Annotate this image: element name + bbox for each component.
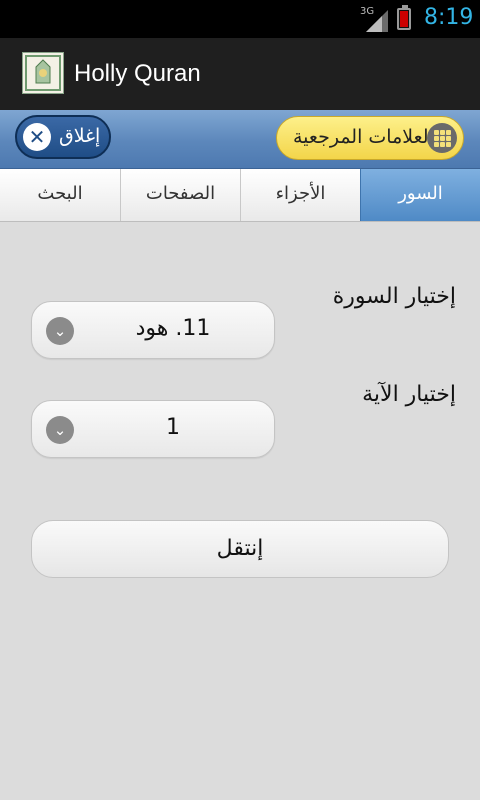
tab-juz[interactable]: الأجزاء bbox=[240, 169, 360, 221]
signal-icon: 3G bbox=[360, 6, 390, 32]
bookmarks-button[interactable]: العلامات المرجعية bbox=[276, 116, 464, 160]
grid-icon bbox=[427, 123, 457, 153]
chevron-down-icon: ⌄ bbox=[46, 317, 74, 345]
tab-search[interactable]: البحث bbox=[0, 169, 120, 221]
surah-selected-value: 11. هود bbox=[135, 316, 211, 341]
surah-select[interactable]: ⌄ 11. هود bbox=[31, 301, 275, 359]
ayah-select[interactable]: ⌄ 1 bbox=[31, 400, 275, 458]
close-button-label: إغلاق bbox=[59, 125, 101, 147]
tab-pages[interactable]: الصفحات bbox=[120, 169, 240, 221]
tab-bar: البحث الصفحات الأجزاء السور bbox=[0, 169, 480, 222]
battery-icon bbox=[397, 5, 411, 30]
bookmarks-button-label: العلامات المرجعية bbox=[293, 126, 434, 148]
app-title: Holly Quran bbox=[74, 60, 201, 87]
go-button[interactable]: إنتقل bbox=[31, 520, 449, 578]
tab-surahs[interactable]: السور bbox=[360, 169, 480, 221]
surah-label: إختيار السورة bbox=[332, 284, 456, 309]
close-icon: ✕ bbox=[23, 123, 51, 151]
close-button[interactable]: ✕ إغلاق bbox=[15, 115, 111, 159]
toolbar: ✕ إغلاق العلامات المرجعية bbox=[0, 110, 480, 169]
ayah-label: إختيار الآية bbox=[362, 382, 456, 407]
status-bar: 3G 8:19 bbox=[0, 0, 480, 38]
chevron-down-icon: ⌄ bbox=[46, 416, 74, 444]
clock: 8:19 bbox=[424, 5, 474, 30]
app-logo-icon[interactable] bbox=[22, 52, 64, 94]
action-bar: Holly Quran bbox=[0, 38, 480, 110]
ayah-selected-value: 1 bbox=[166, 415, 180, 440]
